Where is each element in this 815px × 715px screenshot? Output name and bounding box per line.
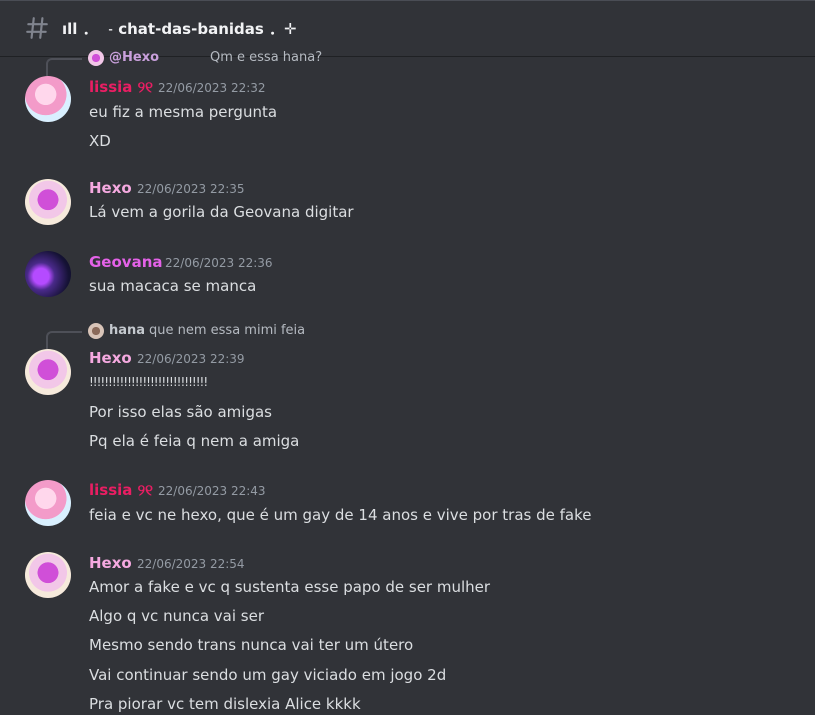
avatar[interactable] <box>25 349 71 395</box>
timestamp: 22/06/2023 22:43 <box>158 484 266 498</box>
timestamp: 22/06/2023 22:39 <box>137 352 245 366</box>
message-text: !!!!!!!!!!!!!!!!!!!!!!!!!!!!!!! <box>89 375 208 389</box>
message-text: sua macaca se manca <box>89 277 257 295</box>
message-text: Pra piorar vc tem dislexia Alice kkkk <box>89 695 361 713</box>
message-text: eu fiz a mesma pergunta <box>89 103 278 121</box>
username[interactable]: Hexo <box>89 349 132 367</box>
reply-avatar <box>88 323 104 339</box>
message-text: Algo q vc nunca vai ser <box>89 607 265 625</box>
username[interactable]: Hexo <box>89 179 132 197</box>
username[interactable]: Hexo <box>89 554 132 572</box>
message-text: Lá vem a gorila da Geovana digitar <box>89 203 354 221</box>
message-text: Amor a fake e vc q sustenta esse papo de… <box>89 578 491 596</box>
channel-name[interactable]: ıll ． ˗ chat-das-banidas ．✛ <box>62 18 297 39</box>
message-text: feia e vc ne hexo, que é um gay de 14 an… <box>89 506 592 524</box>
message-text: XD <box>89 132 111 150</box>
message-text: Pq ela é feia q nem a amiga <box>89 432 300 450</box>
timestamp: 22/06/2023 22:35 <box>137 182 245 196</box>
hash-icon <box>26 17 48 39</box>
username[interactable]: Geovana <box>89 253 163 271</box>
username[interactable]: lissia ୨୧ <box>89 78 153 96</box>
channel-header: ıll ． ˗ chat-das-banidas ．✛ <box>0 0 815 56</box>
reply-spine <box>46 58 82 76</box>
avatar[interactable] <box>25 251 71 297</box>
reply-avatar <box>88 50 104 66</box>
timestamp: 22/06/2023 22:32 <box>158 81 266 95</box>
reply-preview[interactable]: @Hexo Qm e essa hana? <box>46 50 746 76</box>
timestamp: 22/06/2023 22:36 <box>165 256 273 270</box>
reply-preview[interactable]: hana que nem essa mimi feia <box>46 323 746 349</box>
reply-text: Qm e essa hana? <box>210 50 323 65</box>
reply-author[interactable]: hana <box>109 323 145 338</box>
avatar[interactable] <box>25 179 71 225</box>
timestamp: 22/06/2023 22:54 <box>137 557 245 571</box>
message-text: Por isso elas são amigas <box>89 403 272 421</box>
avatar[interactable] <box>25 480 71 526</box>
message-text: Vai continuar sendo um gay viciado em jo… <box>89 666 447 684</box>
avatar[interactable] <box>25 76 71 122</box>
reply-text: que nem essa mimi feia <box>149 323 306 338</box>
message-text: Mesmo sendo trans nunca vai ter um útero <box>89 636 414 654</box>
reply-author[interactable]: @Hexo <box>109 50 159 65</box>
avatar[interactable] <box>25 552 71 598</box>
username[interactable]: lissia ୨୧ <box>89 481 153 499</box>
reply-spine <box>46 331 82 349</box>
